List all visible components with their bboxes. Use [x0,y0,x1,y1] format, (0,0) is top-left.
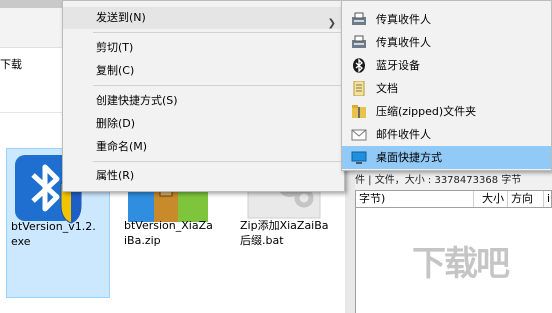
menu-item-label: 发送到(N) [96,11,146,24]
mail-icon [351,129,367,141]
menu-item-label: 重命名(M) [96,140,148,153]
context-menu: 发送到(N) ❯ 剪切(T) 复制(C) 创建快捷方式(S) 删除(D) 重命名… [62,0,345,192]
watermark: 下载吧 [412,244,510,284]
submenu-item-fax-recipient[interactable]: 传真收件人 [342,8,551,31]
column-header-size[interactable]: 大小 [474,191,508,207]
zip-folder-icon [352,105,366,118]
submenu-item-label: 文档 [376,82,398,95]
menu-item-cut[interactable]: 剪切(T) [63,37,344,59]
submenu-item-zipped-folder[interactable]: 压缩(zipped)文件夹 [342,100,551,123]
menu-item-create-shortcut[interactable]: 创建快捷方式(S) [63,90,344,112]
menu-item-label: 创建快捷方式(S) [96,94,178,107]
menu-item-delete[interactable]: 删除(D) [63,113,344,135]
fax-icon [352,12,366,25]
bluetooth-icon [353,58,365,73]
document-icon [353,81,365,96]
submenu-item-label: 传真收件人 [376,36,431,49]
menu-item-label: 删除(D) [96,117,136,130]
file-name: btVersion_XiaZa iBa.zip [124,219,213,247]
submenu-item-fax-recipient-2[interactable]: 传真收件人 [342,31,551,54]
menu-item-label: 属性(R) [96,169,135,182]
menu-separator [93,85,343,86]
submenu-item-label: 蓝牙设备 [376,59,420,72]
left-pane-divider [0,112,62,113]
column-header-more[interactable]: i [544,191,552,207]
list-header: 字节) 大小 方向 i [355,190,552,208]
file-name: Zip添加XiaZaiBa 后缀.bat [240,219,329,247]
submenu-item-label: 传真收件人 [376,13,431,26]
column-header-direction[interactable]: 方向 [508,191,544,207]
menu-item-label: 剪切(T) [96,41,134,54]
submenu-item-label: 压缩(zipped)文件夹 [376,105,477,118]
column-header-size-unit[interactable]: 字节) [356,191,474,207]
send-to-submenu: 传真收件人 传真收件人 蓝牙设备 文档 压缩(zipped)文件夹 邮件收件人 … [341,0,552,171]
file-name: btVersion_v1.2. exe [11,220,96,248]
submenu-item-label: 桌面快捷方式 [376,151,442,164]
menu-item-send-to[interactable]: 发送到(N) ❯ [63,7,344,29]
submenu-item-documents[interactable]: 文档 [342,77,551,100]
submenu-item-label: 邮件收件人 [376,128,431,141]
menu-item-copy[interactable]: 复制(C) [63,60,344,82]
submenu-item-mail-recipient[interactable]: 邮件收件人 [342,123,551,146]
left-pane [0,8,62,48]
fax-icon [352,35,366,48]
menu-item-rename[interactable]: 重命名(M) [63,136,344,158]
submenu-item-bluetooth[interactable]: 蓝牙设备 [342,54,551,77]
menu-item-properties[interactable]: 属性(R) [63,165,344,187]
menu-separator [93,32,343,33]
menu-item-label: 复制(C) [96,64,135,77]
desktop-icon [351,151,367,164]
background-window-edge [345,171,355,313]
file-info-text: 件 | 文件，大小 : 3378473368 字节 [355,175,522,186]
submenu-item-desktop-shortcut[interactable]: 桌面快捷方式 [342,146,551,169]
menu-separator [93,161,343,162]
left-pane-download-label[interactable]: 下载 [0,56,60,72]
